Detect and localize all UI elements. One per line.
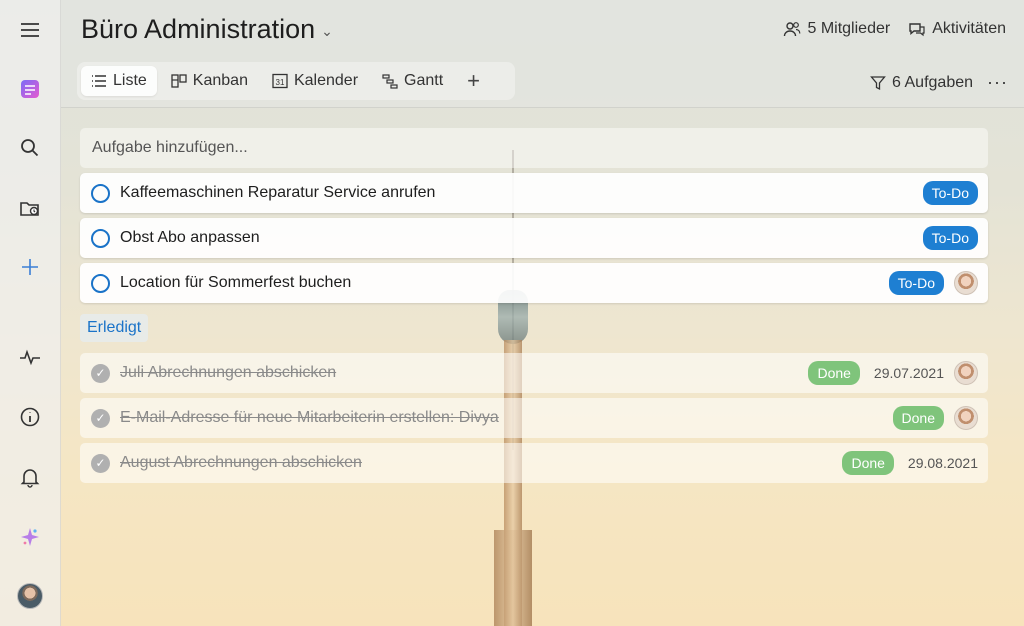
tab-liste[interactable]: Liste — [81, 66, 157, 96]
status-badge[interactable]: Done — [842, 451, 894, 475]
status-badge[interactable]: To-Do — [922, 226, 978, 250]
tab-gantt[interactable]: Gantt — [372, 66, 453, 96]
task-count: 6 Aufgaben — [892, 73, 974, 91]
list-icon — [92, 75, 106, 87]
gantt-icon — [382, 74, 398, 89]
task-row[interactable]: Location für Sommerfest buchen To-Do — [80, 263, 988, 303]
add-task-input[interactable] — [92, 139, 988, 157]
task-row[interactable]: Kaffeemaschinen Reparatur Service anrufe… — [80, 173, 988, 213]
tab-label: Kalender — [293, 72, 359, 89]
activity-icon[interactable] — [15, 342, 45, 372]
status-badge[interactable]: Done — [808, 361, 860, 385]
assignee-avatar[interactable] — [954, 271, 978, 295]
task-title: Kaffeemaschinen Reparatur Service anrufe… — [120, 184, 436, 201]
task-row[interactable]: ✓ E-Mail-Adresse für neue Mitarbeiterin … — [80, 398, 988, 438]
info-icon[interactable] — [15, 402, 45, 432]
menu-icon[interactable] — [15, 15, 45, 45]
section-erledigt[interactable]: Erledigt — [80, 314, 149, 342]
status-badge[interactable]: To-Do — [922, 181, 978, 205]
assignee-avatar[interactable] — [954, 406, 978, 430]
task-checkbox[interactable] — [91, 228, 110, 248]
tab-label: Liste — [113, 72, 147, 89]
plus-icon[interactable] — [15, 252, 45, 282]
svg-text:31: 31 — [276, 78, 285, 87]
calendar-icon: 31 — [272, 73, 288, 89]
members-label: 5 Mitglieder — [807, 20, 891, 37]
task-title: Juli Abrechnungen abschicken — [120, 364, 337, 381]
sparkle-icon[interactable] — [15, 522, 45, 552]
folder-clock-icon[interactable] — [15, 193, 45, 223]
filter-button[interactable]: 6 Aufgaben — [870, 74, 973, 92]
task-checkbox[interactable] — [91, 273, 110, 293]
add-task-row — [80, 128, 988, 168]
task-row[interactable]: Obst Abo anpassen To-Do — [80, 218, 988, 258]
activities-label: Aktivitäten — [932, 20, 1006, 37]
status-badge[interactable]: Done — [892, 406, 944, 430]
checkmark-icon[interactable]: ✓ — [91, 453, 110, 473]
add-view-button[interactable]: + — [457, 68, 490, 94]
kanban-icon — [171, 74, 187, 88]
due-date: 29.07.2021 — [873, 365, 944, 381]
app-logo-icon[interactable] — [15, 74, 45, 104]
assignee-avatar[interactable] — [954, 361, 978, 385]
project-title[interactable]: Büro Administration ⌄ — [81, 14, 333, 45]
members-icon — [784, 22, 801, 37]
filter-icon — [870, 75, 886, 90]
task-title: Obst Abo anpassen — [120, 229, 260, 246]
user-avatar[interactable] — [15, 581, 45, 611]
task-title: Location für Sommerfest buchen — [120, 274, 352, 291]
sidebar — [0, 0, 61, 626]
members-button[interactable]: 5 Mitglieder — [783, 20, 890, 38]
search-icon[interactable] — [15, 133, 45, 163]
task-checkbox[interactable] — [91, 183, 110, 203]
chevron-down-icon: ⌄ — [321, 23, 333, 39]
bell-icon[interactable] — [15, 462, 45, 492]
view-tabs: Liste Kanban 31 Kalender Gantt + — [77, 62, 515, 100]
status-badge[interactable]: To-Do — [888, 271, 944, 295]
tab-kanban[interactable]: Kanban — [161, 66, 258, 96]
task-title: E-Mail-Adresse für neue Mitarbeiterin er… — [120, 409, 499, 426]
task-row[interactable]: ✓ Juli Abrechnungen abschicken Done 29.0… — [80, 353, 988, 393]
due-date: 29.08.2021 — [907, 455, 978, 471]
more-options-icon[interactable]: ··· — [987, 72, 1008, 93]
activities-button[interactable]: Aktivitäten — [908, 20, 1006, 38]
checkmark-icon[interactable]: ✓ — [91, 408, 110, 428]
task-row[interactable]: ✓ August Abrechnungen abschicken Done 29… — [80, 443, 988, 483]
checkmark-icon[interactable]: ✓ — [91, 363, 110, 383]
project-title-text: Büro Administration — [81, 14, 316, 44]
chat-icon — [909, 23, 925, 37]
tab-label: Kanban — [192, 72, 248, 89]
header: Büro Administration ⌄ 5 Mitglieder Aktiv… — [61, 0, 1024, 108]
tab-label: Gantt — [404, 72, 444, 89]
task-title: August Abrechnungen abschicken — [120, 454, 362, 471]
tab-kalender[interactable]: 31 Kalender — [262, 66, 368, 96]
